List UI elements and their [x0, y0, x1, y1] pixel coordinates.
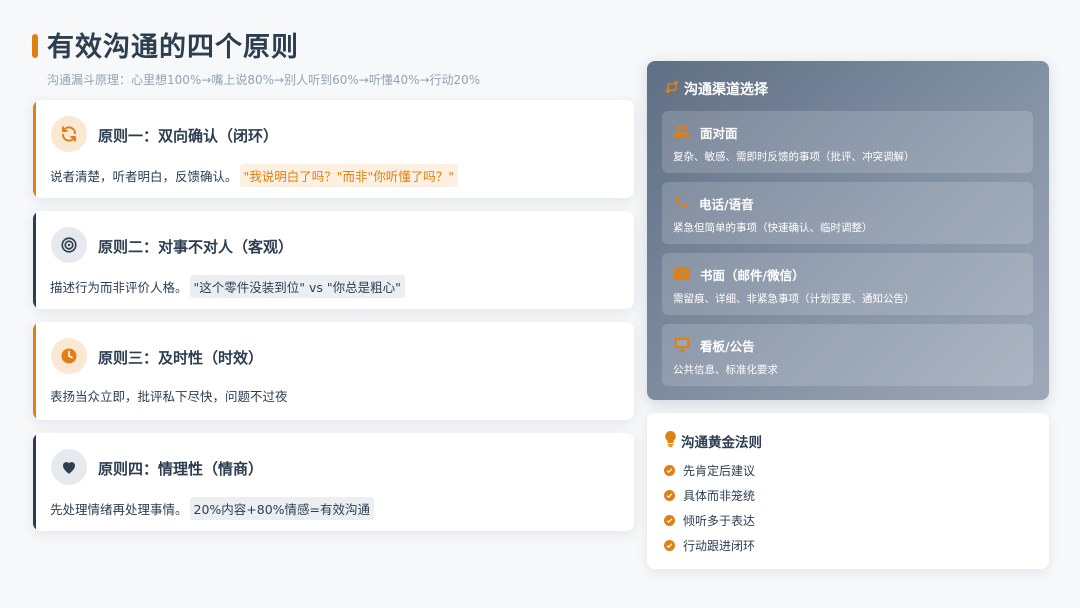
rule-text: 行动跟进闭环: [683, 539, 756, 553]
channel-desc: 需留痕、详细、非紧急事项（计划变更、通知公告）: [673, 293, 915, 305]
principle-highlight: 20%内容+80%情感=有效沟通: [189, 497, 375, 520]
principle-desc-text: 先处理情绪再处理事情。: [50, 502, 188, 517]
page-subtitle: 沟通漏斗原理：心里想100%→嘴上说80%→别人听到60%→听懂40%→行动20…: [47, 73, 481, 87]
channel-item-written: 书面（邮件/微信） 需留痕、详细、非紧急事项（计划变更、通知公告）: [662, 253, 1033, 315]
page-title: 有效沟通的四个原则: [47, 32, 299, 63]
users-icon: [674, 124, 690, 141]
principle-highlight: "我说明白了吗？"而非"你听懂了吗？": [239, 164, 459, 187]
card-accent-bar: [33, 433, 36, 531]
principle-card-4: 原则四：情理性（情商） 先处理情绪再处理事情。 20%内容+80%情感=有效沟通: [33, 433, 634, 531]
channel-desc: 复杂、敏感、需即时反馈的事项（批评、冲突调解）: [673, 151, 915, 163]
principle-desc: 表扬当众立即，批评私下尽快，问题不过夜: [50, 386, 288, 405]
check-circle-icon: [664, 465, 675, 476]
principle-title: 原则四：情理性（情商）: [98, 460, 264, 478]
rule-text: 倾听多于表达: [683, 514, 756, 528]
channel-item-phone: 电话/语音 紧急但简单的事项（快速确认、临时调整）: [662, 182, 1033, 244]
channel-name: 面对面: [700, 126, 738, 141]
channel-panel-title: 沟通渠道选择: [664, 79, 768, 99]
phone-icon: [674, 195, 689, 213]
principle-desc: 先处理情绪再处理事情。 20%内容+80%情感=有效沟通: [50, 497, 375, 520]
target-icon: [51, 227, 87, 263]
card-accent-bar: [33, 322, 36, 420]
rule-text: 先肯定后建议: [683, 464, 756, 478]
principle-card-2: 原则二：对事不对人（客观） 描述行为而非评价人格。 "这个零件没装到位" vs …: [33, 211, 634, 309]
principle-desc: 说者清楚，听者明白，反馈确认。 "我说明白了吗？"而非"你听懂了吗？": [50, 164, 459, 187]
channel-name: 电话/语音: [699, 197, 754, 212]
principle-card-1: 原则一：双向确认（闭环） 说者清楚，听者明白，反馈确认。 "我说明白了吗？"而非…: [33, 100, 634, 198]
principle-title: 原则二：对事不对人（客观）: [98, 238, 294, 256]
refresh-icon: [51, 116, 87, 152]
card-accent-bar: [33, 100, 36, 198]
principle-desc-text: 说者清楚，听者明白，反馈确认。: [50, 169, 238, 184]
check-circle-icon: [664, 515, 675, 526]
clock-icon: [51, 338, 87, 374]
route-icon: [664, 79, 680, 99]
principle-card-3: 原则三：及时性（时效） 表扬当众立即，批评私下尽快，问题不过夜: [33, 322, 634, 420]
rule-item: 先肯定后建议: [664, 462, 755, 479]
channel-desc: 紧急但简单的事项（快速确认、临时调整）: [673, 222, 873, 234]
board-icon: [674, 337, 690, 355]
principle-title: 原则一：双向确认（闭环）: [98, 127, 279, 145]
golden-rules-panel: 沟通黄金法则 先肯定后建议 具体而非笼统 倾听多于表达 行动跟进闭环: [647, 413, 1049, 569]
channel-panel-title-text: 沟通渠道选择: [684, 82, 768, 98]
golden-rules-title-text: 沟通黄金法则: [681, 435, 762, 451]
principle-desc: 描述行为而非评价人格。 "这个零件没装到位" vs "你总是粗心": [50, 275, 405, 298]
lightbulb-icon: [664, 431, 677, 451]
rule-text: 具体而非笼统: [683, 489, 756, 503]
check-circle-icon: [664, 540, 675, 551]
principle-highlight: "这个零件没装到位" vs "你总是粗心": [189, 275, 405, 298]
channel-panel: 沟通渠道选择 面对面 复杂、敏感、需即时反馈的事项（批评、冲突调解） 电话/语音…: [647, 61, 1049, 400]
mail-icon: [674, 267, 690, 283]
channel-name: 书面（邮件/微信）: [700, 268, 805, 283]
principle-desc-text: 表扬当众立即，批评私下尽快，问题不过夜: [50, 389, 288, 404]
channel-desc: 公共信息、标准化要求: [673, 364, 778, 376]
rule-item: 具体而非笼统: [664, 487, 755, 504]
principle-title: 原则三：及时性（时效）: [98, 349, 264, 367]
golden-rules-title: 沟通黄金法则: [664, 431, 762, 451]
channel-name: 看板/公告: [700, 339, 755, 354]
card-accent-bar: [33, 211, 36, 309]
heart-icon: [51, 449, 87, 485]
rule-item: 倾听多于表达: [664, 512, 755, 529]
channel-item-face-to-face: 面对面 复杂、敏感、需即时反馈的事项（批评、冲突调解）: [662, 111, 1033, 173]
channel-item-board: 看板/公告 公共信息、标准化要求: [662, 324, 1033, 386]
principle-desc-text: 描述行为而非评价人格。: [50, 280, 188, 295]
rule-item: 行动跟进闭环: [664, 537, 755, 554]
title-accent-bar: [32, 34, 38, 58]
check-circle-icon: [664, 490, 675, 501]
